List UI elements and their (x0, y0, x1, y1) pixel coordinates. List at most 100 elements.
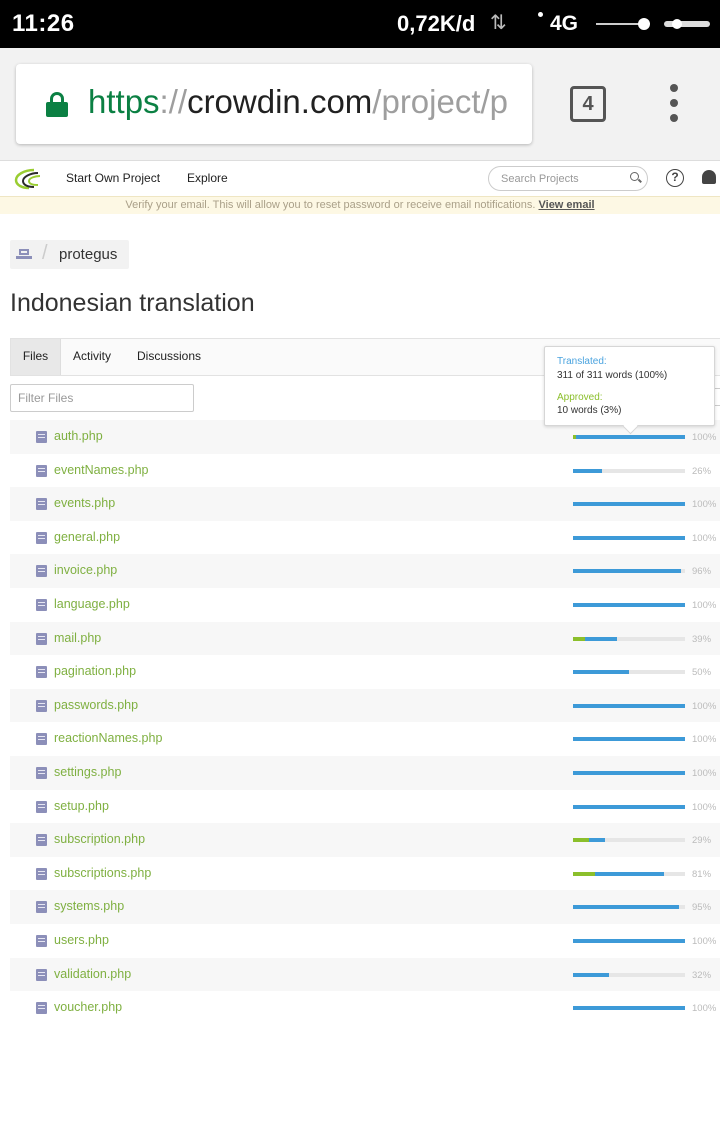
progress-percent: 29% (692, 835, 712, 847)
progress-percent: 96% (692, 566, 712, 578)
progress-bar[interactable] (573, 737, 685, 742)
file-row[interactable]: voucher.php 100% (10, 991, 720, 1025)
progress-bar[interactable] (573, 972, 685, 977)
file-name-link[interactable]: users.php (54, 933, 109, 947)
search-icon[interactable] (630, 172, 639, 181)
file-name-link[interactable]: general.php (54, 530, 120, 544)
file-row[interactable]: systems.php 95% (10, 890, 720, 924)
page-title: Indonesian translation (10, 289, 255, 317)
translated-fill (573, 435, 685, 439)
progress-bar[interactable] (573, 468, 685, 473)
progress-bar[interactable] (573, 535, 685, 540)
file-row[interactable]: events.php 100% (10, 487, 720, 521)
file-row[interactable]: language.php 100% (10, 588, 720, 622)
bell-icon[interactable] (702, 170, 716, 184)
nav-start-own-project[interactable]: Start Own Project (66, 171, 160, 185)
progress-bar[interactable] (573, 502, 685, 507)
file-icon (36, 968, 47, 981)
file-icon (36, 498, 47, 511)
progress-percent: 100% (692, 767, 717, 779)
file-name-link[interactable]: settings.php (54, 765, 121, 779)
file-row[interactable]: validation.php 32% (10, 957, 720, 992)
verify-email-banner: Verify your email. This will allow you t… (0, 196, 720, 214)
progress-bar[interactable] (573, 670, 685, 675)
view-email-link[interactable]: View email (539, 199, 595, 211)
breadcrumb-project[interactable]: protegus (59, 240, 117, 269)
file-row[interactable]: general.php 100% (10, 521, 720, 555)
progress-bar[interactable] (573, 871, 685, 876)
progress-bar[interactable] (573, 938, 685, 943)
file-row[interactable]: setup.php 100% (10, 790, 720, 824)
progress-bar[interactable] (573, 770, 685, 775)
file-name-link[interactable]: eventNames.php (54, 463, 149, 477)
project-icon[interactable] (16, 247, 32, 261)
file-row[interactable]: subscriptions.php 81% (10, 857, 720, 891)
file-name-link[interactable]: pagination.php (54, 664, 136, 678)
help-icon[interactable]: ? (666, 169, 684, 187)
progress-bar[interactable] (573, 703, 685, 708)
progress-percent: 100% (692, 599, 717, 611)
file-name-link[interactable]: subscriptions.php (54, 866, 151, 880)
file-name-link[interactable]: invoice.php (54, 563, 117, 577)
translated-fill (573, 569, 681, 574)
verify-email-text: Verify your email. This will allow you t… (125, 199, 539, 211)
file-row[interactable]: pagination.php 50% (10, 655, 720, 689)
status-bar: 11:26 0,72K/d ⇅ 4G (0, 0, 720, 48)
overflow-menu-icon[interactable] (664, 84, 684, 124)
file-row[interactable]: subscription.php 29% (10, 823, 720, 857)
file-name-link[interactable]: voucher.php (54, 1000, 122, 1014)
file-name-link[interactable]: systems.php (54, 899, 124, 913)
progress-bar[interactable] (573, 636, 685, 641)
file-name-link[interactable]: reactionNames.php (54, 731, 162, 745)
progress-bar[interactable] (573, 602, 685, 607)
file-icon (36, 632, 47, 645)
file-name-link[interactable]: auth.php (54, 429, 103, 443)
file-name-link[interactable]: events.php (54, 496, 115, 510)
progress-bar[interactable] (573, 838, 685, 843)
file-icon (36, 901, 47, 914)
file-icon (36, 733, 47, 746)
file-row[interactable]: mail.php 39% (10, 621, 720, 656)
file-icon (36, 766, 47, 779)
translated-fill (573, 972, 609, 977)
file-name-link[interactable]: setup.php (54, 799, 109, 813)
approved-fill (573, 871, 596, 876)
translated-fill (573, 938, 685, 943)
progress-bar[interactable] (573, 1006, 685, 1011)
breadcrumb-separator: / (42, 242, 48, 264)
crowdin-logo-icon[interactable] (12, 167, 42, 191)
progress-bar[interactable] (573, 804, 685, 809)
file-name-link[interactable]: subscription.php (54, 832, 145, 846)
file-name-link[interactable]: language.php (54, 597, 130, 611)
file-row[interactable]: passwords.php 100% (10, 688, 720, 723)
search-placeholder: Search Projects (501, 173, 579, 185)
nav-explore[interactable]: Explore (187, 171, 228, 185)
translated-fill (573, 737, 685, 742)
file-name-link[interactable]: passwords.php (54, 698, 138, 712)
file-row[interactable]: settings.php 100% (10, 755, 720, 790)
filter-files-input[interactable] (10, 384, 194, 412)
progress-bar[interactable] (573, 569, 685, 574)
tab-activity[interactable]: Activity (73, 339, 111, 375)
approved-fill (573, 435, 577, 439)
file-icon (36, 666, 47, 679)
file-name-link[interactable]: mail.php (54, 631, 101, 645)
progress-bar[interactable] (573, 435, 685, 439)
file-row[interactable]: eventNames.php 26% (10, 454, 720, 488)
approved-fill (573, 636, 586, 641)
file-name-link[interactable]: validation.php (54, 967, 131, 981)
translated-fill (573, 804, 685, 809)
search-projects-input[interactable]: Search Projects (488, 166, 648, 191)
url-text[interactable]: https://crowdin.com/project/p (88, 83, 508, 121)
address-bar[interactable]: https://crowdin.com/project/p (16, 64, 532, 144)
file-row[interactable]: reactionNames.php 100% (10, 722, 720, 756)
progress-bar[interactable] (573, 905, 685, 910)
file-row[interactable]: invoice.php 96% (10, 554, 720, 588)
translated-fill (573, 905, 680, 910)
file-icon (36, 834, 47, 847)
tab-files[interactable]: Files (11, 339, 61, 375)
tab-discussions[interactable]: Discussions (137, 339, 201, 375)
tab-switcher-button[interactable]: 4 (570, 86, 606, 122)
file-icon (36, 1002, 47, 1015)
file-row[interactable]: users.php 100% (10, 924, 720, 958)
